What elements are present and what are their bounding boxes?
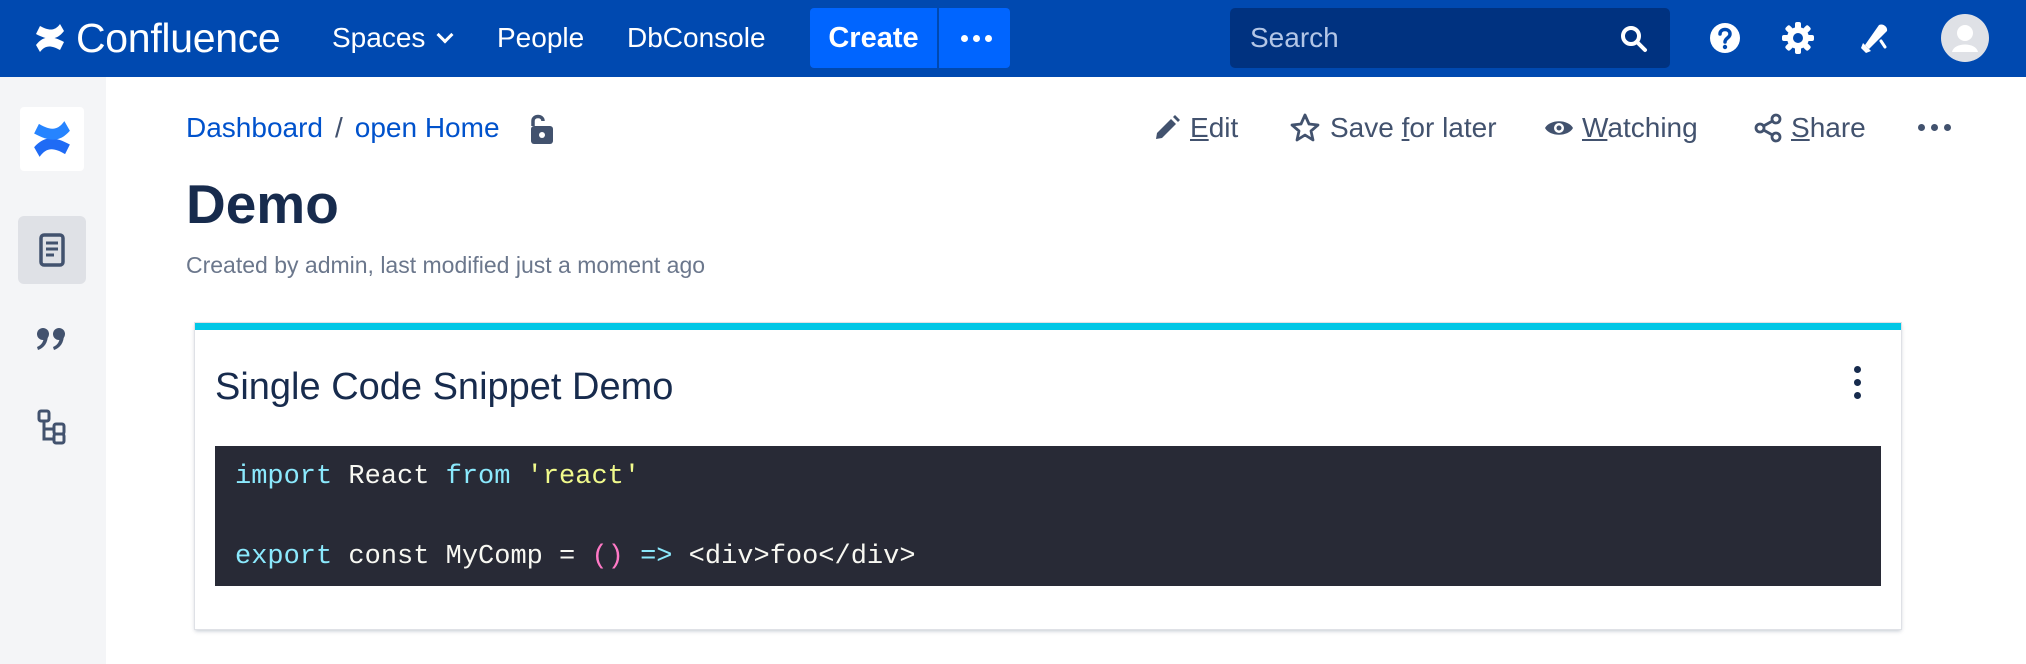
- page-tree-icon: [37, 409, 66, 445]
- help-icon[interactable]: [1704, 17, 1746, 59]
- edit-label: Edit: [1190, 110, 1238, 146]
- chevron-down-icon: [436, 26, 454, 44]
- code-token-paren: (): [591, 542, 624, 572]
- top-navigation: Confluence Spaces People DbConsole Creat…: [0, 0, 2026, 77]
- code-token-keyword: from: [445, 462, 511, 492]
- breadcrumb-open-home[interactable]: open Home: [355, 112, 500, 143]
- code-block: import React from 'react' export const M…: [215, 446, 1881, 586]
- watching-button[interactable]: Watching: [1544, 110, 1699, 146]
- code-token-text: <div>foo</div>: [672, 542, 916, 572]
- code-token-keyword: import: [235, 462, 333, 492]
- code-line-2: export const MyComp = () => <div>foo</di…: [235, 540, 916, 574]
- code-token-text: React: [332, 462, 446, 492]
- nav-spaces[interactable]: Spaces: [332, 17, 454, 59]
- panel-title: Single Code Snippet Demo: [215, 366, 674, 408]
- confluence-logo[interactable]: Confluence: [33, 15, 281, 61]
- share-button[interactable]: Share: [1753, 110, 1868, 146]
- create-more-button[interactable]: [939, 8, 1010, 68]
- share-label: Share: [1791, 110, 1866, 146]
- search-icon[interactable]: [1620, 25, 1648, 53]
- edit-label-rest: dit: [1208, 112, 1239, 143]
- pencil-icon: [1156, 115, 1180, 139]
- share-label-accesskey: S: [1791, 112, 1810, 143]
- page-more-actions-button[interactable]: [1918, 124, 1951, 131]
- pages-icon: [39, 233, 65, 267]
- nav-spaces-label: Spaces: [332, 22, 426, 53]
- notification-icon[interactable]: [1855, 17, 1897, 59]
- space-logo[interactable]: [20, 107, 84, 171]
- share-icon: [1754, 113, 1782, 143]
- unlock-icon[interactable]: [526, 112, 556, 146]
- save-for-later-button[interactable]: Save for later: [1290, 110, 1497, 146]
- code-token-text: const MyComp =: [332, 542, 592, 572]
- avatar-icon[interactable]: [1941, 14, 1989, 62]
- blog-icon: [37, 328, 65, 350]
- kebab-icon: [1918, 124, 1925, 131]
- eye-icon: [1545, 121, 1573, 135]
- gear-icon[interactable]: [1777, 17, 1819, 59]
- watching-label-rest: atching: [1607, 112, 1698, 143]
- save-label-before: Save: [1330, 112, 1402, 143]
- edit-button[interactable]: Edit: [1152, 110, 1242, 146]
- confluence-logo-icon: [36, 24, 64, 52]
- save-label-after: or later: [1409, 112, 1497, 143]
- vertical-kebab-icon: [1854, 366, 1861, 373]
- watching-label-accesskey: W: [1582, 112, 1608, 143]
- watching-label: Watching: [1582, 110, 1698, 146]
- create-button[interactable]: Create: [810, 8, 937, 68]
- sidebar-item-page-tree[interactable]: [18, 393, 86, 461]
- save-for-later-label: Save for later: [1330, 110, 1497, 146]
- nav-people[interactable]: People: [497, 17, 584, 59]
- search-box: [1230, 8, 1670, 68]
- more-icon: [961, 35, 992, 42]
- code-token-keyword: export: [235, 542, 333, 572]
- sidebar-item-blog[interactable]: [18, 305, 86, 373]
- breadcrumb-dashboard[interactable]: Dashboard: [186, 112, 323, 143]
- breadcrumb-separator: /: [334, 112, 343, 143]
- code-token-string: 'react': [526, 462, 641, 492]
- breadcrumb: Dashboard / open Home: [186, 110, 500, 146]
- search-input[interactable]: [1250, 8, 1610, 68]
- share-label-rest: hare: [1809, 112, 1866, 143]
- left-sidebar: [0, 77, 106, 664]
- star-icon: [1290, 113, 1320, 142]
- page-byline: Created by admin, last modified just a m…: [186, 252, 706, 278]
- sidebar-item-pages[interactable]: [18, 216, 86, 284]
- code-token-arrow: =>: [640, 542, 673, 572]
- edit-label-accesskey: E: [1190, 112, 1209, 143]
- nav-dbconsole[interactable]: DbConsole: [627, 17, 766, 59]
- code-snippet-panel: Single Code Snippet Demo import React fr…: [195, 323, 1901, 629]
- page-title: Demo: [186, 173, 339, 235]
- code-line-1: import React from 'react': [235, 460, 640, 494]
- confluence-space-icon: [34, 121, 70, 157]
- logo-text: Confluence: [76, 15, 281, 61]
- panel-menu-button[interactable]: [1854, 366, 1861, 399]
